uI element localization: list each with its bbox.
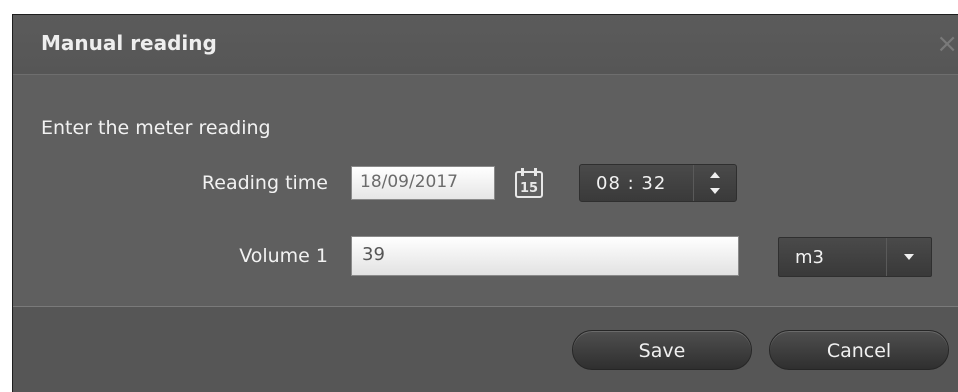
manual-reading-dialog: Manual reading × Enter the meter reading… — [12, 14, 958, 392]
dialog-body: Enter the meter reading Reading time 18/… — [13, 75, 958, 307]
save-button[interactable]: Save — [572, 330, 752, 370]
volume-label: Volume 1 — [239, 245, 328, 267]
cancel-button[interactable]: Cancel — [769, 330, 949, 370]
date-field[interactable]: 18/09/2017 — [351, 166, 495, 200]
caret-down-icon[interactable] — [886, 238, 931, 276]
time-value[interactable]: 08 : 32 — [596, 173, 666, 194]
calendar-day-text: 15 — [520, 181, 538, 196]
calendar-icon[interactable]: 15 — [514, 167, 544, 199]
unit-dropdown[interactable]: m3 — [778, 237, 932, 277]
volume-field[interactable]: 39 — [351, 236, 739, 276]
reading-time-label: Reading time — [201, 172, 328, 194]
dialog-titlebar: Manual reading × — [13, 15, 958, 75]
chevron-down-icon[interactable] — [694, 183, 736, 201]
chevron-up-icon[interactable] — [694, 165, 736, 183]
time-stepper[interactable]: 08 : 32 — [579, 164, 737, 202]
dialog-title: Manual reading — [41, 31, 217, 55]
close-icon[interactable]: × — [936, 31, 958, 57]
time-spinner — [693, 165, 736, 201]
unit-value: m3 — [795, 247, 824, 268]
intro-text: Enter the meter reading — [41, 117, 271, 139]
dialog-footer: Save Cancel — [13, 307, 958, 392]
